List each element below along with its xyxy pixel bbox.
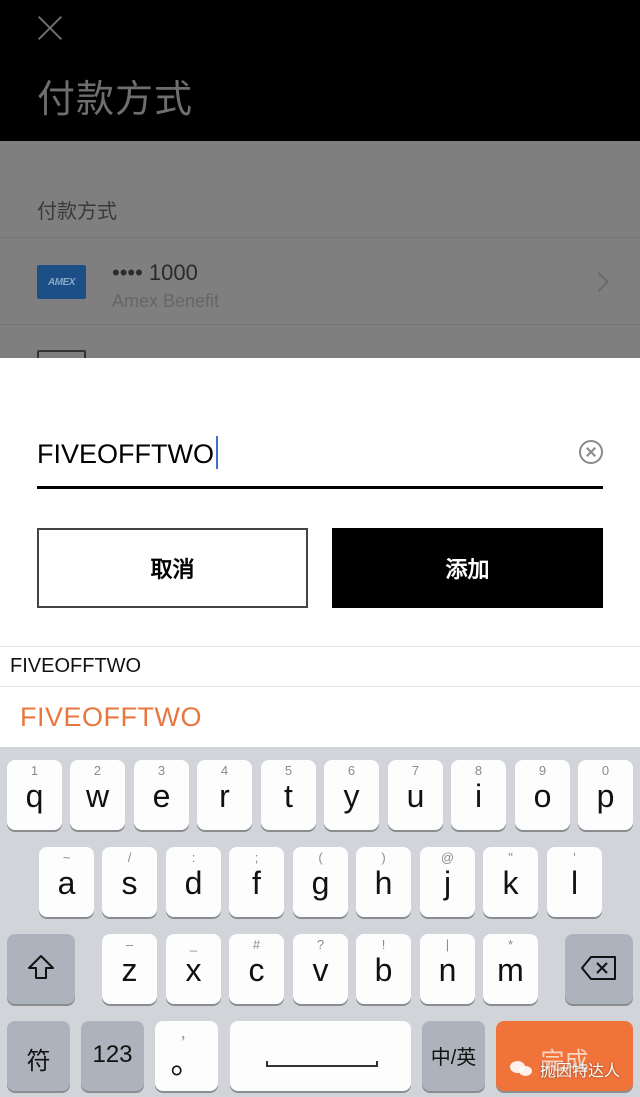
key-q[interactable]: 1q — [7, 760, 62, 830]
divider — [0, 237, 640, 238]
key-g[interactable]: (g — [293, 847, 348, 917]
language-switch-key[interactable]: 中/英 — [422, 1021, 485, 1091]
key-v[interactable]: ? v — [293, 934, 348, 1004]
keyboard: 1q 2w 3e 4r 5t 6y 7u 8i 9o 0p ~ a / s :d ;… — [0, 747, 640, 1097]
key-s[interactable]: / s — [102, 847, 157, 917]
key-m[interactable]: * m — [483, 934, 538, 1004]
clear-icon[interactable] — [579, 440, 603, 464]
add-button[interactable]: 添加 — [332, 528, 603, 608]
text-caret — [216, 436, 218, 469]
key-j[interactable]: @ j — [420, 847, 475, 917]
punctuation-key[interactable]: ，。 — [155, 1021, 218, 1091]
shift-icon — [7, 948, 75, 991]
card-number: •••• 1000 — [112, 260, 198, 285]
key-z[interactable]: – z — [102, 934, 157, 1004]
page-title: 付款方式 — [37, 77, 194, 121]
key-a[interactable]: ~ a — [39, 847, 94, 917]
promo-code-input[interactable] — [37, 430, 577, 478]
key-y[interactable]: 6y — [324, 760, 379, 830]
suggestion-candidate[interactable]: FIVEOFFTWO — [20, 702, 202, 733]
card-name: Amex Benefit — [112, 291, 220, 311]
key-k[interactable]: " k — [483, 847, 538, 917]
input-underline — [37, 486, 603, 489]
key-x[interactable]: _ x — [166, 934, 221, 1004]
symbols-key[interactable]: 符 — [7, 1021, 70, 1091]
section-label: 付款方式 — [37, 199, 117, 223]
key-o[interactable]: 9o — [515, 760, 570, 830]
backspace-icon — [565, 948, 633, 991]
shift-key[interactable] — [7, 934, 75, 1004]
space-icon — [266, 1061, 378, 1067]
space-key[interactable] — [230, 1021, 411, 1091]
key-w[interactable]: 2w — [70, 760, 125, 830]
close-icon[interactable] — [36, 14, 64, 42]
key-c[interactable]: # c — [229, 934, 284, 1004]
key-e[interactable]: 3e — [134, 760, 189, 830]
backspace-key[interactable] — [565, 934, 633, 1004]
key-d[interactable]: :d — [166, 847, 221, 917]
key-n[interactable]: | n — [420, 934, 475, 1004]
key-u[interactable]: 7u — [388, 760, 443, 830]
header: 付款方式 — [0, 0, 640, 141]
key-f[interactable]: ; f — [229, 847, 284, 917]
numbers-key[interactable]: 123 — [81, 1021, 144, 1091]
watermark: 抛因特达人 — [510, 1057, 620, 1081]
key-p[interactable]: 0p — [578, 760, 633, 830]
payment-list-overlay: 付款方式 AMEX •••• 1000 Amex Benefit — [0, 141, 640, 358]
key-h[interactable]: ) h — [356, 847, 411, 917]
cancel-button[interactable]: 取消 — [37, 528, 308, 608]
key-i[interactable]: 8i — [451, 760, 506, 830]
key-t[interactable]: 5t — [261, 760, 316, 830]
chevron-right-icon[interactable] — [589, 272, 609, 292]
divider — [0, 686, 640, 687]
key-b[interactable]: ! b — [356, 934, 411, 1004]
key-r[interactable]: 4r — [197, 760, 252, 830]
promo-code-sheet: 取消 添加 — [0, 358, 640, 646]
divider — [0, 324, 640, 325]
suggestion-item[interactable]: FIVEOFFTWO — [10, 655, 141, 678]
autocomplete-suggestions: FIVEOFFTWO FIVEOFFTWO — [0, 646, 640, 747]
wechat-icon — [510, 1059, 534, 1079]
card-icon — [37, 350, 86, 358]
key-l[interactable]: ' l — [547, 847, 602, 917]
amex-card-icon: AMEX — [37, 265, 86, 299]
